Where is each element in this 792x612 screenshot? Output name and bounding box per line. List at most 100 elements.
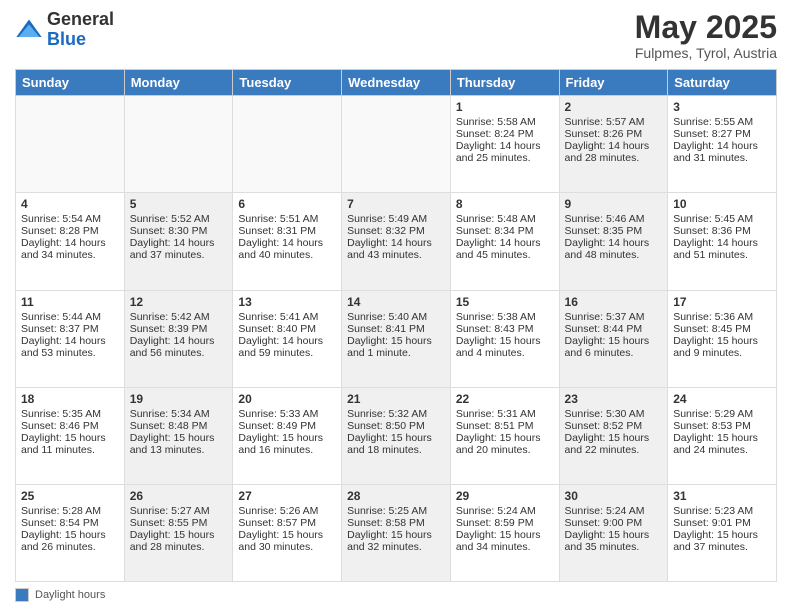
day-info: Sunset: 8:44 PM [565, 323, 663, 335]
day-number: 14 [347, 295, 445, 309]
day-info: Daylight: 14 hours and 53 minutes. [21, 335, 119, 359]
day-info: Daylight: 15 hours and 24 minutes. [673, 432, 771, 456]
calendar-week-row: 1Sunrise: 5:58 AMSunset: 8:24 PMDaylight… [16, 96, 777, 193]
day-info: Daylight: 15 hours and 4 minutes. [456, 335, 554, 359]
day-info: Sunset: 8:35 PM [565, 225, 663, 237]
day-info: Sunset: 8:50 PM [347, 420, 445, 432]
footer: Daylight hours [15, 588, 777, 602]
day-info: Sunset: 8:26 PM [565, 128, 663, 140]
calendar-cell: 30Sunrise: 5:24 AMSunset: 9:00 PMDayligh… [559, 484, 668, 581]
day-info: Daylight: 15 hours and 22 minutes. [565, 432, 663, 456]
calendar-cell: 18Sunrise: 5:35 AMSunset: 8:46 PMDayligh… [16, 387, 125, 484]
calendar-cell: 5Sunrise: 5:52 AMSunset: 8:30 PMDaylight… [124, 193, 233, 290]
calendar-cell [342, 96, 451, 193]
day-number: 4 [21, 197, 119, 211]
day-info: Daylight: 15 hours and 37 minutes. [673, 529, 771, 553]
day-info: Sunset: 8:45 PM [673, 323, 771, 335]
calendar-cell: 16Sunrise: 5:37 AMSunset: 8:44 PMDayligh… [559, 290, 668, 387]
day-info: Daylight: 14 hours and 40 minutes. [238, 237, 336, 261]
day-info: Sunset: 8:34 PM [456, 225, 554, 237]
weekday-header: Thursday [450, 70, 559, 96]
day-info: Sunrise: 5:26 AM [238, 505, 336, 517]
day-info: Sunset: 8:49 PM [238, 420, 336, 432]
logo-icon [15, 16, 43, 44]
weekday-header: Monday [124, 70, 233, 96]
day-info: Daylight: 15 hours and 13 minutes. [130, 432, 228, 456]
calendar-week-row: 4Sunrise: 5:54 AMSunset: 8:28 PMDaylight… [16, 193, 777, 290]
day-info: Daylight: 15 hours and 1 minute. [347, 335, 445, 359]
day-info: Sunset: 9:01 PM [673, 517, 771, 529]
calendar-week-row: 18Sunrise: 5:35 AMSunset: 8:46 PMDayligh… [16, 387, 777, 484]
day-info: Daylight: 15 hours and 32 minutes. [347, 529, 445, 553]
daylight-label: Daylight hours [35, 589, 105, 601]
day-number: 26 [130, 489, 228, 503]
day-info: Sunrise: 5:41 AM [238, 311, 336, 323]
day-info: Sunrise: 5:34 AM [130, 408, 228, 420]
day-number: 20 [238, 392, 336, 406]
calendar-cell: 29Sunrise: 5:24 AMSunset: 8:59 PMDayligh… [450, 484, 559, 581]
calendar-table: SundayMondayTuesdayWednesdayThursdayFrid… [15, 69, 777, 582]
location: Fulpmes, Tyrol, Austria [635, 45, 777, 61]
day-info: Sunset: 8:51 PM [456, 420, 554, 432]
day-info: Daylight: 14 hours and 45 minutes. [456, 237, 554, 261]
day-number: 7 [347, 197, 445, 211]
calendar-cell: 21Sunrise: 5:32 AMSunset: 8:50 PMDayligh… [342, 387, 451, 484]
calendar-cell: 19Sunrise: 5:34 AMSunset: 8:48 PMDayligh… [124, 387, 233, 484]
page: General Blue May 2025 Fulpmes, Tyrol, Au… [0, 0, 792, 612]
day-info: Sunset: 8:59 PM [456, 517, 554, 529]
day-number: 27 [238, 489, 336, 503]
calendar-week-row: 25Sunrise: 5:28 AMSunset: 8:54 PMDayligh… [16, 484, 777, 581]
weekday-header: Tuesday [233, 70, 342, 96]
day-info: Sunrise: 5:25 AM [347, 505, 445, 517]
month-title: May 2025 [635, 10, 777, 45]
calendar-cell: 12Sunrise: 5:42 AMSunset: 8:39 PMDayligh… [124, 290, 233, 387]
day-info: Sunset: 8:53 PM [673, 420, 771, 432]
day-number: 10 [673, 197, 771, 211]
day-info: Sunset: 8:52 PM [565, 420, 663, 432]
weekday-header: Wednesday [342, 70, 451, 96]
day-number: 16 [565, 295, 663, 309]
weekday-header: Friday [559, 70, 668, 96]
day-info: Daylight: 15 hours and 9 minutes. [673, 335, 771, 359]
header: General Blue May 2025 Fulpmes, Tyrol, Au… [15, 10, 777, 61]
day-info: Daylight: 14 hours and 56 minutes. [130, 335, 228, 359]
day-info: Sunrise: 5:54 AM [21, 213, 119, 225]
day-number: 9 [565, 197, 663, 211]
calendar-cell: 17Sunrise: 5:36 AMSunset: 8:45 PMDayligh… [668, 290, 777, 387]
day-info: Daylight: 15 hours and 16 minutes. [238, 432, 336, 456]
day-info: Daylight: 14 hours and 34 minutes. [21, 237, 119, 261]
day-info: Daylight: 15 hours and 35 minutes. [565, 529, 663, 553]
calendar-cell: 23Sunrise: 5:30 AMSunset: 8:52 PMDayligh… [559, 387, 668, 484]
day-number: 15 [456, 295, 554, 309]
weekday-header-row: SundayMondayTuesdayWednesdayThursdayFrid… [16, 70, 777, 96]
day-info: Sunset: 8:39 PM [130, 323, 228, 335]
day-info: Sunrise: 5:35 AM [21, 408, 119, 420]
day-info: Daylight: 15 hours and 6 minutes. [565, 335, 663, 359]
day-number: 18 [21, 392, 119, 406]
day-info: Sunset: 8:32 PM [347, 225, 445, 237]
day-info: Daylight: 14 hours and 25 minutes. [456, 140, 554, 164]
day-info: Sunrise: 5:44 AM [21, 311, 119, 323]
calendar-cell: 14Sunrise: 5:40 AMSunset: 8:41 PMDayligh… [342, 290, 451, 387]
calendar-week-row: 11Sunrise: 5:44 AMSunset: 8:37 PMDayligh… [16, 290, 777, 387]
calendar-cell: 4Sunrise: 5:54 AMSunset: 8:28 PMDaylight… [16, 193, 125, 290]
calendar-cell: 7Sunrise: 5:49 AMSunset: 8:32 PMDaylight… [342, 193, 451, 290]
day-info: Daylight: 15 hours and 20 minutes. [456, 432, 554, 456]
day-number: 25 [21, 489, 119, 503]
day-info: Sunrise: 5:52 AM [130, 213, 228, 225]
calendar-cell: 11Sunrise: 5:44 AMSunset: 8:37 PMDayligh… [16, 290, 125, 387]
day-info: Sunrise: 5:55 AM [673, 116, 771, 128]
day-info: Sunset: 8:48 PM [130, 420, 228, 432]
day-number: 21 [347, 392, 445, 406]
day-info: Daylight: 14 hours and 59 minutes. [238, 335, 336, 359]
day-info: Sunrise: 5:51 AM [238, 213, 336, 225]
day-number: 3 [673, 100, 771, 114]
day-number: 12 [130, 295, 228, 309]
day-info: Sunset: 8:36 PM [673, 225, 771, 237]
weekday-header: Sunday [16, 70, 125, 96]
logo-text: General Blue [47, 10, 114, 50]
calendar-cell: 22Sunrise: 5:31 AMSunset: 8:51 PMDayligh… [450, 387, 559, 484]
day-info: Sunrise: 5:24 AM [456, 505, 554, 517]
day-number: 31 [673, 489, 771, 503]
day-number: 11 [21, 295, 119, 309]
